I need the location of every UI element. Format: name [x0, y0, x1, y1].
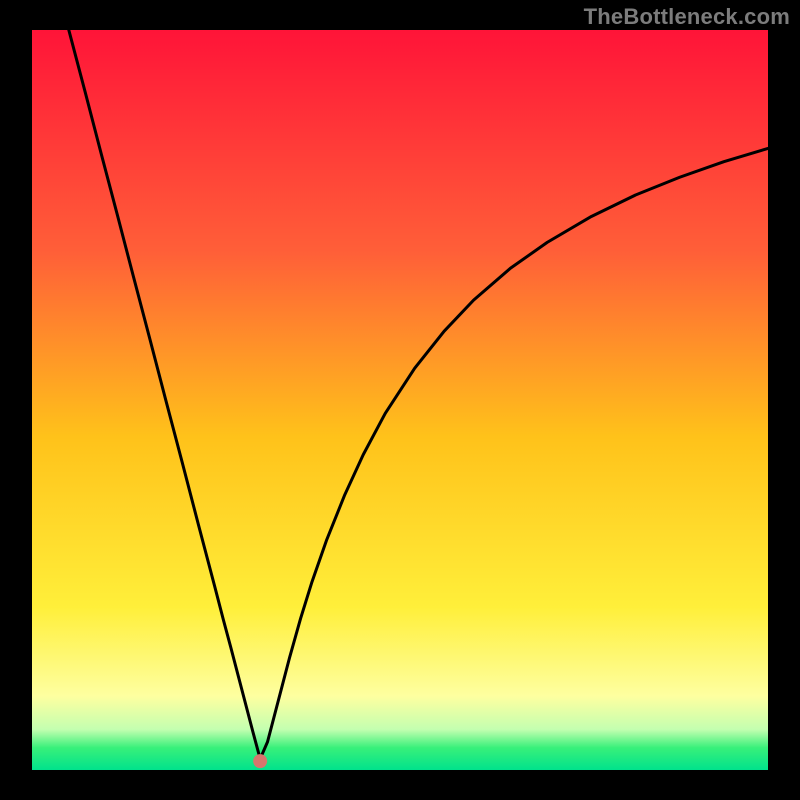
chart-frame: TheBottleneck.com: [0, 0, 800, 800]
gradient-background: [32, 30, 768, 770]
watermark-text: TheBottleneck.com: [584, 4, 790, 30]
minimum-marker: [253, 754, 267, 768]
bottleneck-chart: [32, 30, 768, 770]
